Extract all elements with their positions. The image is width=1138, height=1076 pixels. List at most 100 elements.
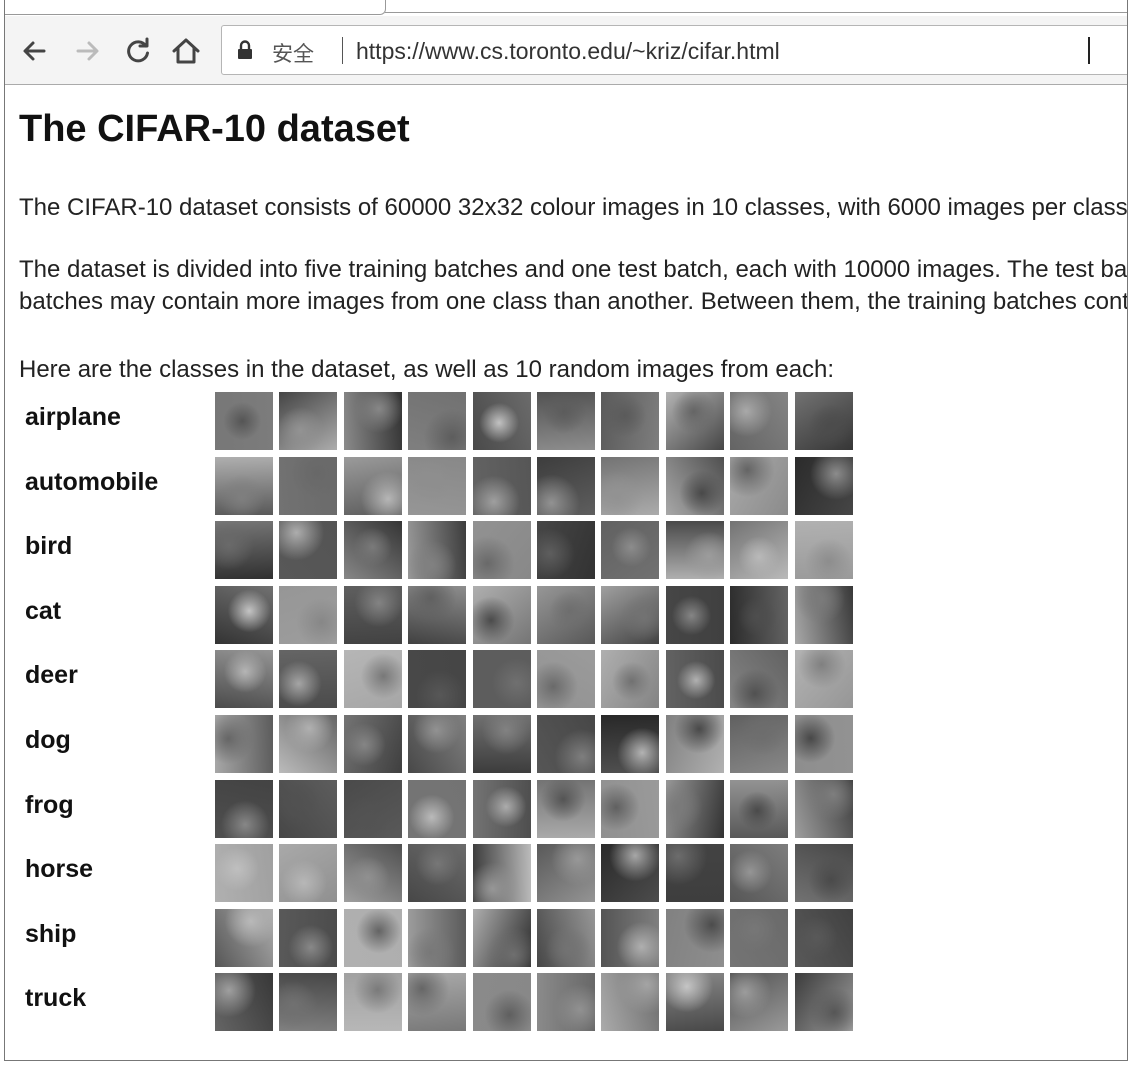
separator bbox=[342, 37, 343, 64]
class-label: ship bbox=[25, 919, 77, 948]
batches-paragraph: The dataset is divided into five trainin… bbox=[19, 254, 1128, 318]
sample-image-thumbnail bbox=[794, 585, 853, 644]
sample-image-thumbnail bbox=[408, 521, 467, 580]
sample-image-thumbnail bbox=[601, 521, 660, 580]
class-row-bird: bird bbox=[19, 519, 919, 580]
sample-image-thumbnail bbox=[794, 456, 853, 515]
sample-image-thumbnail bbox=[279, 521, 338, 580]
sample-image-thumbnail bbox=[408, 585, 467, 644]
sample-image-thumbnail bbox=[408, 779, 467, 838]
back-arrow-icon bbox=[23, 41, 46, 61]
sample-image-thumbnail bbox=[279, 585, 338, 644]
sample-image-thumbnail bbox=[343, 456, 402, 515]
sample-image-thumbnail bbox=[279, 844, 338, 903]
batches-paragraph-line-1: The dataset is divided into five trainin… bbox=[19, 256, 1128, 283]
text-caret bbox=[1088, 37, 1090, 64]
sample-image-thumbnail bbox=[794, 779, 853, 838]
sample-image-thumbnail bbox=[794, 844, 853, 903]
intro-paragraph: The CIFAR-10 dataset consists of 60000 3… bbox=[19, 194, 1128, 221]
sample-image-thumbnail bbox=[537, 456, 595, 515]
sample-image-thumbnail bbox=[730, 715, 789, 773]
sample-image-thumbnail bbox=[665, 392, 724, 450]
sample-image-thumbnail bbox=[343, 650, 402, 709]
sample-image-thumbnail bbox=[408, 456, 467, 515]
sample-image-thumbnail bbox=[279, 908, 338, 967]
sample-image-thumbnail bbox=[472, 844, 531, 903]
sample-image-thumbnail bbox=[665, 521, 724, 580]
class-label: deer bbox=[25, 661, 78, 690]
sample-image-thumbnail bbox=[215, 715, 273, 773]
class-label: dog bbox=[25, 726, 71, 754]
back-button[interactable] bbox=[17, 34, 51, 68]
sample-image-thumbnail bbox=[537, 779, 595, 838]
class-row-dog: dog bbox=[19, 713, 919, 773]
sample-image-thumbnail bbox=[472, 715, 531, 773]
sample-image-thumbnail bbox=[215, 585, 273, 644]
sample-image-thumbnail bbox=[665, 844, 724, 903]
reload-button[interactable] bbox=[121, 34, 155, 68]
sample-image-thumbnail bbox=[343, 908, 402, 967]
active-tab[interactable] bbox=[5, 0, 386, 15]
sample-image-thumbnail bbox=[408, 908, 467, 967]
sample-image-thumbnail bbox=[730, 392, 789, 450]
sample-image-thumbnail bbox=[601, 392, 660, 450]
address-bar[interactable]: 安全 https://www.cs.toronto.edu/~kriz/cifa… bbox=[221, 25, 1127, 75]
sample-image-thumbnail bbox=[343, 715, 402, 773]
sample-image-thumbnail bbox=[730, 650, 789, 709]
sample-image-thumbnail bbox=[537, 585, 595, 644]
sample-image-thumbnail bbox=[279, 456, 338, 515]
sample-image-thumbnail bbox=[601, 779, 660, 838]
page-title: The CIFAR-10 dataset bbox=[19, 108, 410, 150]
classes-intro: Here are the classes in the dataset, as … bbox=[19, 356, 835, 383]
class-row-frog: frog bbox=[19, 778, 919, 838]
class-label: bird bbox=[25, 532, 73, 561]
sample-image-thumbnail bbox=[601, 715, 660, 773]
sample-image-thumbnail bbox=[279, 392, 338, 450]
class-label: automobile bbox=[25, 467, 159, 496]
sample-image-thumbnail bbox=[665, 456, 724, 515]
class-row-horse: horse bbox=[19, 842, 919, 903]
sample-image-thumbnail bbox=[408, 844, 467, 903]
class-row-deer: deer bbox=[19, 648, 919, 709]
sample-image-thumbnail bbox=[794, 908, 853, 967]
sample-image-thumbnail bbox=[343, 585, 402, 644]
sample-image-thumbnail bbox=[279, 650, 338, 709]
url-text[interactable]: https://www.cs.toronto.edu/~kriz/cifar.h… bbox=[356, 38, 780, 65]
sample-image-thumbnail bbox=[537, 908, 595, 967]
lock-icon bbox=[238, 40, 252, 59]
class-label: truck bbox=[25, 984, 87, 1013]
sample-image-thumbnail bbox=[601, 973, 660, 1032]
sample-image-thumbnail bbox=[730, 973, 789, 1032]
sample-image-thumbnail bbox=[730, 521, 789, 580]
class-row-cat: cat bbox=[19, 584, 919, 644]
sample-image-thumbnail bbox=[537, 392, 595, 450]
class-label: cat bbox=[25, 596, 62, 625]
browser-toolbar: 安全 https://www.cs.toronto.edu/~kriz/cifa… bbox=[5, 16, 1127, 85]
sample-image-thumbnail bbox=[601, 650, 660, 709]
sample-image-thumbnail bbox=[537, 844, 595, 903]
class-row-airplane: airplane bbox=[19, 390, 919, 450]
sample-image-thumbnail bbox=[730, 456, 789, 515]
security-label: 安全 bbox=[272, 42, 314, 66]
class-row-ship: ship bbox=[19, 907, 919, 967]
sample-image-thumbnail bbox=[665, 973, 724, 1032]
sample-image-thumbnail bbox=[215, 779, 273, 838]
sample-image-thumbnail bbox=[537, 973, 595, 1032]
sample-image-thumbnail bbox=[730, 585, 789, 644]
class-label: horse bbox=[25, 855, 94, 884]
sample-image-thumbnail bbox=[794, 650, 853, 709]
sample-image-thumbnail bbox=[215, 844, 273, 903]
sample-image-thumbnail bbox=[794, 973, 853, 1032]
sample-image-thumbnail bbox=[408, 973, 467, 1032]
home-button[interactable] bbox=[169, 34, 203, 68]
sample-image-thumbnail bbox=[730, 844, 789, 903]
forward-button[interactable] bbox=[71, 34, 105, 68]
sample-image-thumbnail bbox=[665, 908, 724, 967]
class-row-automobile: automobile bbox=[19, 455, 919, 515]
sample-image-thumbnail bbox=[665, 779, 724, 838]
sample-image-thumbnail bbox=[601, 908, 660, 967]
sample-image-thumbnail bbox=[408, 650, 467, 709]
sample-image-thumbnail bbox=[472, 521, 531, 580]
sample-image-thumbnail bbox=[472, 392, 531, 450]
sample-image-thumbnail bbox=[730, 908, 789, 967]
